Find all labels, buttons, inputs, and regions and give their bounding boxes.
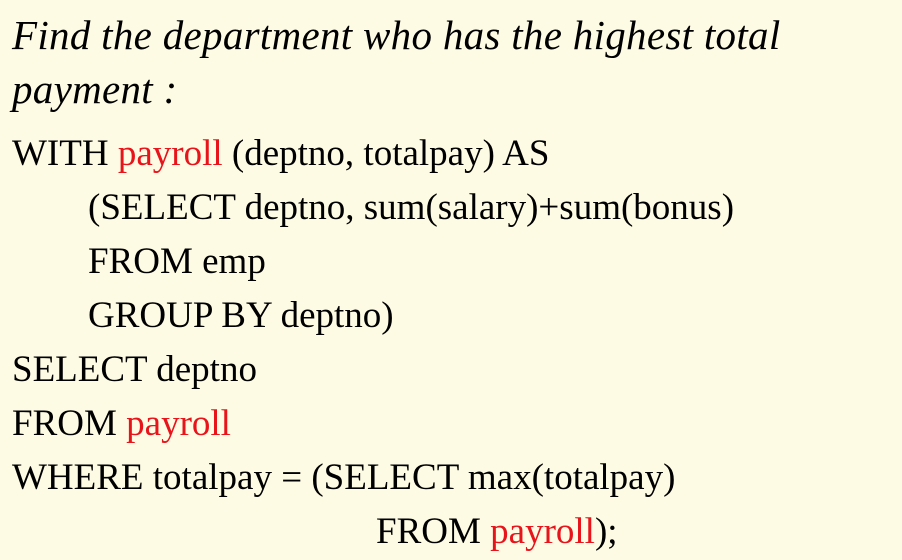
code-line-where: WHERE totalpay = (SELECT max(totalpay)	[12, 457, 676, 498]
code-line-group-by: GROUP BY deptno)	[88, 295, 394, 336]
code-subquery-table-payroll: payroll	[490, 511, 595, 552]
code-keyword-with: WITH	[12, 133, 118, 174]
code-table-payroll: payroll	[126, 403, 231, 444]
slide-heading: Find the department who has the highest …	[12, 12, 781, 112]
code-keyword-from: FROM	[12, 403, 127, 444]
code-keyword-subquery-from: FROM	[376, 511, 491, 552]
code-line-inner-select: (SELECT deptno, sum(salary)+sum(bonus)	[88, 187, 735, 228]
code-closing-paren: );	[594, 511, 618, 552]
code-cte-name: payroll	[117, 133, 223, 174]
code-line-select: SELECT deptno	[12, 349, 257, 390]
code-cte-columns: (deptno, totalpay) AS	[222, 133, 550, 174]
code-line-subquery-from: FROM payroll);	[376, 510, 618, 554]
code-line-inner-from: FROM emp	[88, 241, 266, 282]
code-line-with: WITH payroll (deptno, totalpay) AS	[12, 132, 549, 176]
code-line-from: FROM payroll	[12, 402, 231, 446]
